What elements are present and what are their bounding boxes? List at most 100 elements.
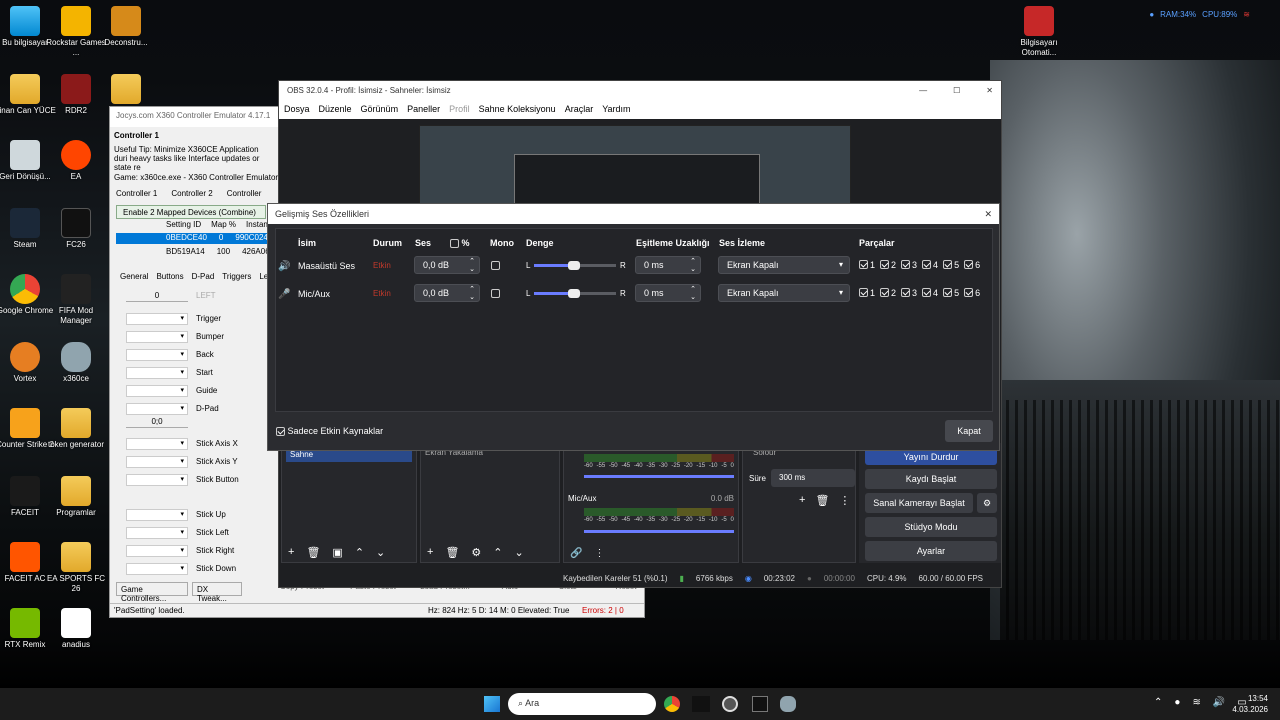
menu-gorunum[interactable]: Görünüm (361, 104, 399, 116)
mapping-select[interactable]: ▾ (126, 509, 188, 521)
desktop-icon-anadius[interactable]: anadius (45, 608, 107, 650)
mapping-select[interactable]: ▾ (126, 545, 188, 557)
track-checkbox[interactable] (943, 260, 953, 269)
tab-triggers[interactable]: Triggers (222, 272, 251, 281)
chevron-up-icon[interactable]: ⌃ (493, 546, 502, 559)
fifa-mod-manager-icon[interactable] (692, 696, 710, 712)
mapping-select[interactable]: ▾ (126, 385, 188, 397)
track-checkbox[interactable] (859, 260, 868, 269)
tab-general[interactable]: General (120, 272, 148, 281)
volume-slider-mic[interactable] (584, 530, 734, 533)
more-icon[interactable]: ⋮ (594, 548, 604, 559)
tab-controller-1[interactable]: Controller 1 (116, 189, 157, 198)
mapping-select[interactable]: ▾ (126, 313, 188, 325)
clock[interactable]: 13:54 4.03.2026 (1232, 693, 1268, 715)
balance-slider[interactable] (534, 261, 616, 270)
slider-handle[interactable] (568, 289, 580, 298)
game-icon[interactable] (752, 696, 768, 712)
minimize-icon[interactable]: — (919, 86, 927, 96)
slider-handle[interactable] (568, 261, 580, 270)
obs-icon[interactable] (722, 696, 738, 712)
menu-sahne-koleksiyonu[interactable]: Sahne Koleksiyonu (479, 104, 556, 116)
spin-icon[interactable]: ⌃ ⌄ (690, 285, 696, 301)
mapping-select[interactable]: ▾ (126, 474, 188, 486)
mic-icon[interactable]: ● (1174, 697, 1180, 708)
trash-icon[interactable]: 🗑 (815, 494, 829, 507)
spin-icon[interactable]: ⌃ ⌄ (469, 257, 475, 273)
chevron-up-icon[interactable]: ⌃ (1154, 697, 1162, 708)
desktop-icon-programlar[interactable]: Programlar (45, 476, 107, 518)
device-row[interactable]: BD519A14 100 426A069 (116, 247, 276, 258)
percent-checkbox[interactable] (450, 239, 459, 249)
menu-duzenle[interactable]: Düzenle (319, 104, 352, 116)
wifi-icon[interactable]: ≋ (1192, 697, 1200, 708)
sync-offset-input[interactable]: 0 ms ⌃ ⌄ (635, 256, 701, 274)
close-icon[interactable]: ✕ (984, 209, 992, 219)
link-icon[interactable]: 🔗 (570, 548, 582, 559)
mapping-select[interactable]: ▾ (126, 331, 188, 343)
trash-icon[interactable]: 🗑 (306, 546, 320, 559)
start-icon[interactable] (484, 696, 500, 712)
preview-canvas[interactable] (419, 125, 851, 206)
add-icon[interactable]: + (799, 494, 805, 507)
virtual-camera-button[interactable]: Sanal Kamerayı Başlat (865, 493, 973, 513)
mapping-select[interactable]: ▾ (126, 527, 188, 539)
menu-dosya[interactable]: Dosya (284, 104, 310, 116)
gear-icon[interactable]: ⚙ (471, 546, 481, 559)
spin-icon[interactable]: ⌃ ⌄ (690, 257, 696, 273)
track-checkbox[interactable] (943, 288, 953, 297)
tab-dpad[interactable]: D-Pad (192, 272, 215, 281)
track-checkbox[interactable] (964, 260, 974, 269)
track-checkbox[interactable] (880, 260, 890, 269)
mapping-select[interactable]: ▾ (126, 456, 188, 468)
close-icon[interactable]: ✕ (986, 86, 993, 96)
mapping-select[interactable]: ▾ (126, 563, 188, 575)
mono-checkbox[interactable] (491, 289, 500, 298)
track-checkbox[interactable] (922, 288, 932, 297)
balance-slider[interactable] (534, 289, 616, 298)
gamepad-icon[interactable] (780, 696, 796, 712)
track-checkbox[interactable] (901, 288, 911, 297)
studio-mode-button[interactable]: Stüdyo Modu (865, 517, 997, 537)
trash-icon[interactable]: 🗑 (445, 546, 459, 559)
desktop-icon-folder[interactable] (95, 74, 157, 106)
game-controllers-button[interactable]: Game Controllers... (116, 582, 188, 603)
only-active-sources[interactable]: Sadece Etkin Kaynaklar (276, 426, 383, 437)
tab-controller-3[interactable]: Controller (227, 189, 262, 198)
track-checkbox[interactable] (922, 260, 932, 269)
dx-tweak-button[interactable]: DX Tweak... (192, 582, 242, 603)
mapping-select[interactable]: ▾ (126, 403, 188, 415)
status-checkbox[interactable]: Etkin (373, 261, 391, 270)
tab-controller-2[interactable]: Controller 2 (171, 189, 212, 198)
start-recording-button[interactable]: Kaydı Başlat (865, 469, 997, 489)
menu-paneller[interactable]: Paneller (407, 104, 440, 116)
menu-profil[interactable]: Profil (449, 104, 470, 116)
menu-araclar[interactable]: Araçlar (565, 104, 594, 116)
chrome-icon[interactable] (664, 696, 680, 712)
monitoring-select[interactable]: Ekran Kapalı ▾ (718, 256, 850, 274)
add-icon[interactable]: + (288, 546, 294, 559)
filter-icon[interactable]: ▣ (332, 546, 342, 559)
desktop-icon-ea-fc26[interactable]: EA SPORTS FC 26 (45, 542, 107, 594)
track-checkbox[interactable] (859, 288, 868, 297)
mapping-select[interactable]: ▾ (126, 349, 188, 361)
enable-combine-button[interactable]: Enable 2 Mapped Devices (Combine) (116, 205, 266, 219)
device-row[interactable]: 0BEDCE40 0 990C024 (116, 233, 276, 244)
settings-button[interactable]: Ayarlar (865, 541, 997, 561)
desktop-icon-ea[interactable]: EA (45, 140, 107, 182)
gear-icon[interactable]: ⚙ (977, 493, 997, 513)
chevron-down-icon[interactable]: ⌄ (515, 546, 524, 559)
chevron-up-icon[interactable]: ⌃ (355, 546, 364, 559)
track-checkbox[interactable] (964, 288, 974, 297)
add-icon[interactable]: + (427, 546, 433, 559)
taskbar-search[interactable]: ⌕ Ara (508, 693, 656, 715)
track-checkbox[interactable] (901, 260, 911, 269)
more-icon[interactable]: ⋮ (839, 494, 850, 507)
close-button[interactable]: Kapat (945, 420, 993, 442)
volume-input[interactable]: 0,0 dB ⌃ ⌄ (414, 284, 480, 302)
desktop-icon-shutdown[interactable]: Bilgisayarı Otomati... (1008, 6, 1070, 58)
duration-input[interactable]: 300 ms (771, 469, 855, 487)
monitoring-select[interactable]: Ekran Kapalı ▾ (718, 284, 850, 302)
track-checkbox[interactable] (880, 288, 890, 297)
status-checkbox[interactable]: Etkin (373, 289, 391, 298)
